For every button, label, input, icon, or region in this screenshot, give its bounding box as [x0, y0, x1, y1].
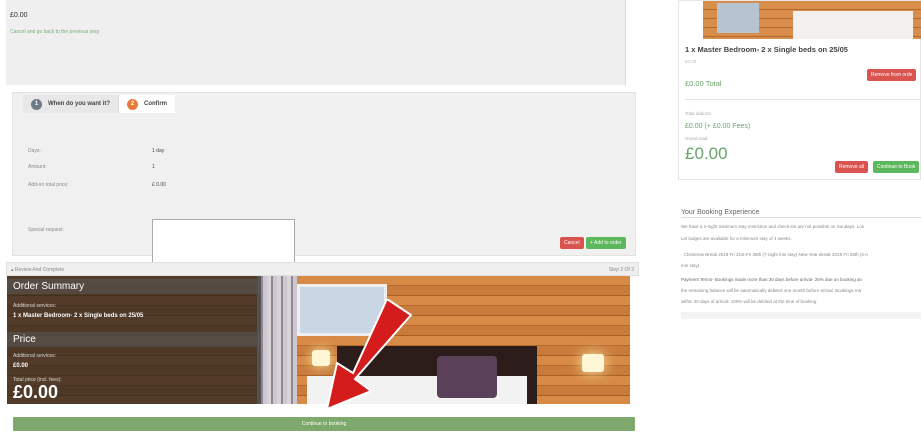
amount-value: 1: [152, 164, 155, 170]
tab-label: Confirm: [144, 101, 167, 107]
special-request-label: Special request:: [28, 227, 64, 233]
cancel-go-back-link[interactable]: Cancel and go back to the previous step: [10, 29, 99, 35]
previous-step-panel: £0.00 Cancel and go back to the previous…: [6, 0, 626, 85]
price-services-label: Additional services:: [13, 353, 57, 359]
cart-item-title: 1 x Master Bedroom- 2 x Single beds on 2…: [685, 45, 848, 54]
grand-total-label: Grand total:: [685, 136, 709, 141]
review-step-indicator: Step 2 Of 2: [608, 267, 634, 273]
experience-text: Let lodges are available for a minimum s…: [681, 236, 792, 241]
days-label: Days:: [28, 148, 41, 154]
add-to-order-button[interactable]: + Add to order: [586, 237, 626, 249]
curtain: [257, 276, 297, 404]
thumbnail-bed: [793, 11, 913, 39]
remove-from-order-button[interactable]: Remove from orde: [867, 69, 917, 81]
addon-form-panel: 1 When do you want it? 2 Confirm Days: 1…: [12, 92, 636, 278]
amount-label: Amount:: [28, 164, 47, 170]
top-amount: £0.00: [10, 12, 28, 19]
payment-terms-text: Payment Terms- Bookings made more than 3…: [681, 277, 863, 282]
experience-footer-bar: [681, 312, 921, 319]
experience-text: - Christmas Break 2018 Fri 21st-Fri 28th…: [681, 252, 868, 257]
step-number-badge: 1: [31, 98, 42, 110]
cart-item-total: £0.00 Total: [685, 79, 722, 88]
order-summary-heading: Order Summary: [7, 279, 261, 294]
days-value: 1 day: [152, 148, 165, 154]
cushion: [437, 356, 497, 398]
total-addons-label: Total addons:: [685, 111, 712, 116]
divider: [685, 99, 921, 100]
addon-price-value: £ 0.00: [152, 182, 166, 188]
thumbnail-window: [717, 3, 759, 33]
addon-price-label: Add-on total price:: [28, 182, 69, 188]
step-tabs: 1 When do you want it? 2 Confirm: [23, 95, 175, 113]
review-complete-bar[interactable]: ▴ Review And Complete Step 2 Of 2: [6, 262, 639, 276]
booking-experience-title: Your Booking Experience: [681, 209, 760, 216]
arrow-icon: [325, 297, 413, 411]
experience-text: within 30 days of arrival- 100% will be …: [681, 299, 817, 304]
cart-room-thumbnail: [703, 1, 921, 39]
fees-total: £0.00 (+ £0.00 Fees): [685, 123, 751, 130]
total-price-value: £0.00: [13, 382, 59, 402]
experience-text: min stay): [681, 263, 700, 268]
tab-label: When do you want it?: [48, 101, 110, 107]
price-services-value: £0.00: [13, 363, 29, 369]
cart-item-price: £0.00: [685, 59, 697, 64]
divider: [681, 217, 921, 218]
tab-when[interactable]: 1 When do you want it?: [23, 95, 119, 113]
experience-text: the remaining balance will be automatica…: [681, 288, 862, 293]
review-title: ▴ Review And Complete: [11, 267, 65, 273]
room-hero-image: Order Summary Additional services: 1 x M…: [7, 276, 630, 404]
tab-confirm[interactable]: 2 Confirm: [119, 95, 175, 113]
cart-summary-card: 1 x Master Bedroom- 2 x Single beds on 2…: [678, 0, 921, 180]
grand-total-value: £0.00: [685, 144, 728, 163]
continue-to-booking-button[interactable]: Continue to booking: [13, 417, 635, 431]
remove-all-button[interactable]: Remove all: [835, 161, 869, 173]
red-arrow-annotation: [325, 297, 415, 416]
continue-to-book-button[interactable]: Continue to Book: [873, 161, 920, 173]
lamp-right: [582, 354, 604, 372]
summary-item: 1 x Master Bedroom- 2 x Single beds on 2…: [13, 313, 144, 319]
experience-text: We have a 2-night minimum stay restricti…: [681, 224, 865, 229]
price-heading: Price: [7, 332, 261, 347]
step-number-badge: 2: [127, 98, 138, 110]
order-summary-overlay: Order Summary Additional services: 1 x M…: [7, 276, 261, 404]
summary-services-label: Additional services:: [13, 303, 57, 309]
cancel-button[interactable]: Cancel: [560, 237, 584, 249]
